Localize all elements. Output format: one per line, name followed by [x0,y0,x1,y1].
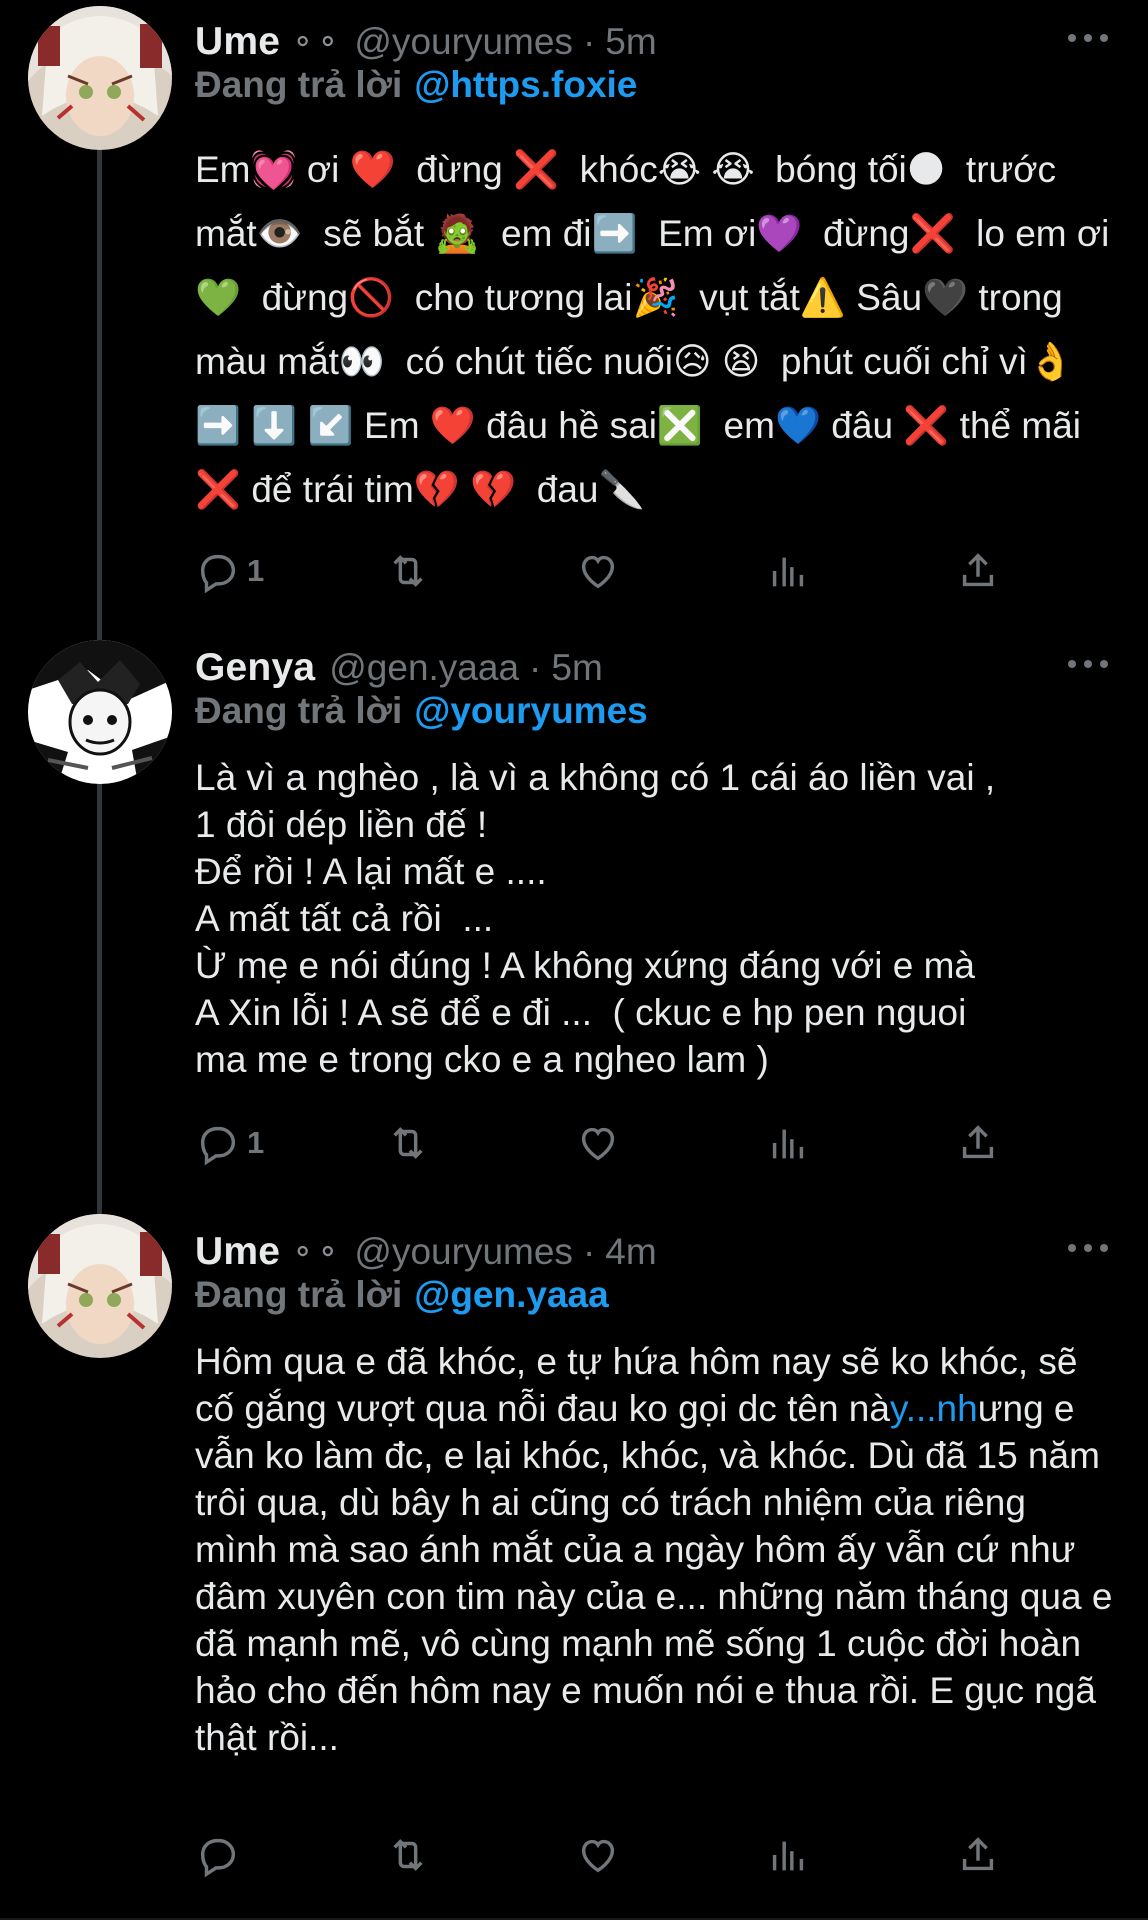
tweet[interactable]: Genya @gen.yaaa · 5m Đang trả lời @youryu… [0,626,1148,1210]
tweet-text: Hôm qua e đã khóc, e tự hứa hôm nay sẽ k… [195,1338,1115,1761]
tweet[interactable]: Ume ⚬⚬ @youryumes · 5m Đang trả lời @http… [0,0,1148,620]
views-icon [772,1129,804,1159]
user-handle[interactable]: @gen.yaaa [329,647,519,689]
tweet-text-part: ưng e vẫn ko làm đc, e lại khóc, khóc, v… [195,1388,1123,1758]
retweet-button[interactable] [385,548,575,594]
tweet-header: Genya @gen.yaaa · 5m [195,640,603,696]
retweet-icon [393,555,423,587]
replying-to: Đang trả lời @youryumes [195,690,648,732]
like-button[interactable] [575,1832,765,1878]
replying-to-handle[interactable]: @https.foxie [414,64,637,105]
separator: · [529,647,542,688]
more-icon[interactable] [1068,654,1108,674]
replying-to-label: Đang trả lời [195,690,403,731]
user-handle[interactable]: @youryumes [354,1231,573,1273]
tweet-header: Ume ⚬⚬ @youryumes · 5m [195,14,657,70]
replying-to-label: Đang trả lời [195,1274,403,1315]
tweet-text-link[interactable]: y...nh [890,1388,978,1429]
avatar[interactable] [28,6,172,150]
tweet-header: Ume ⚬⚬ @youryumes · 4m [195,1224,657,1280]
share-button[interactable] [955,548,1001,594]
reply-count: 1 [247,1125,265,1160]
replying-to: Đang trả lời @gen.yaaa [195,1274,609,1316]
like-icon [581,1127,615,1161]
replying-to-label: Đang trả lời [195,64,403,105]
reply-count: 1 [247,553,265,588]
views-icon [772,557,804,587]
like-icon [581,555,615,589]
separator: · [582,1231,596,1272]
timestamp[interactable]: 5m [605,21,656,63]
timestamp[interactable]: 5m [551,647,602,689]
like-icon [581,1839,615,1873]
retweet-icon [393,1127,423,1159]
like-button[interactable] [575,1120,765,1166]
tweet-actions [195,1830,1025,1880]
views-button[interactable] [765,1832,955,1878]
retweet-button[interactable] [385,1120,575,1166]
separator: · [582,21,596,62]
share-icon [962,1837,994,1871]
share-button[interactable] [955,1832,1001,1878]
reply-icon [200,554,236,594]
retweet-icon [393,1839,423,1871]
tweet-actions: 1 [195,1118,1025,1168]
display-name[interactable]: Genya [195,646,315,690]
share-icon [962,553,994,587]
views-button[interactable] [765,548,955,594]
views-icon [772,1841,804,1871]
replying-to-handle[interactable]: @youryumes [414,690,648,731]
display-name[interactable]: Ume [195,20,280,64]
reply-icon [200,1126,236,1166]
tweet[interactable]: Ume ⚬⚬ @youryumes · 4m Đang trả lời @gen.… [0,1210,1148,1920]
tweet-actions: 1 [195,546,1025,596]
reply-icon [200,1838,236,1878]
name-emoji: ⚬⚬ [290,25,341,59]
more-icon[interactable] [1068,1238,1108,1258]
replying-to-handle[interactable]: @gen.yaaa [414,1274,608,1315]
like-button[interactable] [575,548,765,594]
timestamp[interactable]: 4m [605,1231,656,1273]
name-emoji: ⚬⚬ [290,1235,341,1269]
more-icon[interactable] [1068,28,1108,48]
replying-to: Đang trả lời @https.foxie [195,64,637,106]
user-handle[interactable]: @youryumes [354,21,573,63]
share-button[interactable] [955,1120,1001,1166]
reply-button[interactable] [195,1832,385,1878]
views-button[interactable] [765,1120,955,1166]
tweet-text: Em💓 ơi ❤️ đừng ❌ khóc😭 😭 bóng tối🌑 trước… [195,149,1110,510]
reply-button[interactable]: 1 [195,1120,385,1166]
tweet-text: Là vì a nghèo , là vì a không có 1 cái á… [195,757,996,1080]
retweet-button[interactable] [385,1832,575,1878]
display-name[interactable]: Ume [195,1230,280,1274]
avatar[interactable] [28,640,172,784]
avatar[interactable] [28,1214,172,1358]
share-icon [962,1125,994,1159]
reply-button[interactable]: 1 [195,548,385,594]
